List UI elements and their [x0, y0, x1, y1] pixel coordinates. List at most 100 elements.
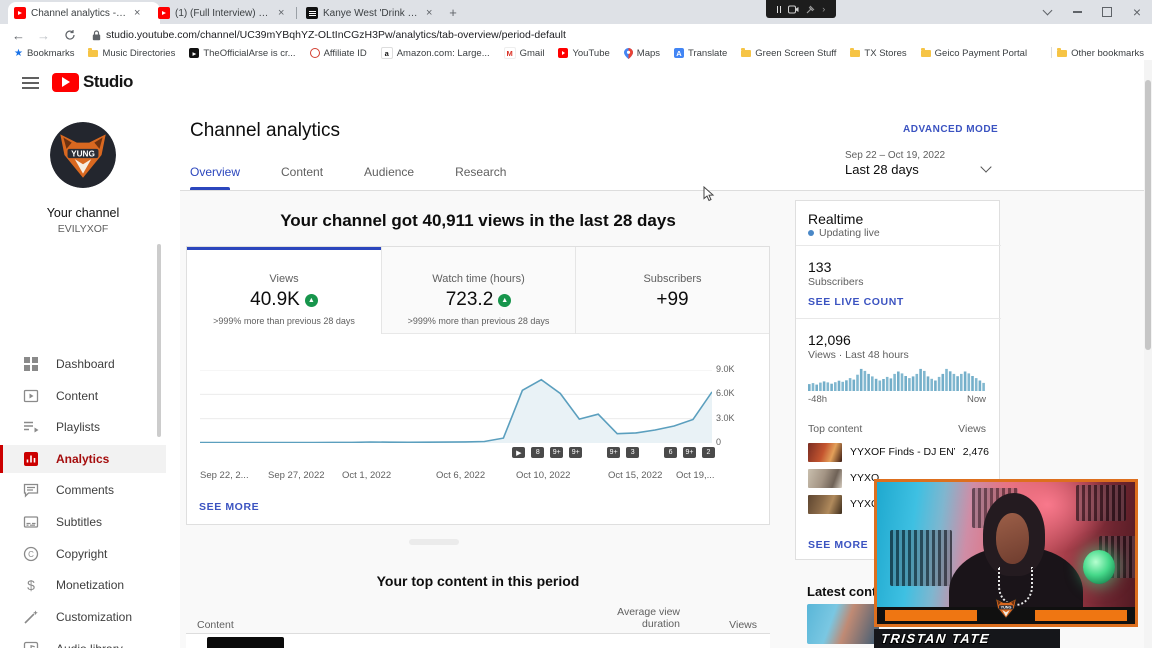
star-blue-icon: ★ [14, 47, 23, 59]
bookmark-item[interactable]: Maps [623, 47, 660, 59]
bookmark-item[interactable]: a Amazon.com: Large... [380, 47, 490, 59]
bookmark-item[interactable]: Affiliate ID [309, 48, 367, 59]
back-button[interactable]: ← [12, 28, 25, 43]
screen-recorder-toolbar[interactable]: › [766, 0, 836, 18]
channel-avatar-large[interactable]: YUNG [50, 122, 116, 188]
bookmark-item[interactable]: M Gmail [503, 47, 544, 59]
studio-sidebar: YUNG Your channel EVILYXOF Dashboard Con… [0, 106, 180, 648]
metric-tab-views[interactable]: Views 40.9K ▲ >999% more than previous 28… [187, 247, 381, 334]
date-range-text: Sep 22 – Oct 19, 2022 [845, 150, 946, 161]
bookmark-item[interactable]: ▸ TheOfficialArse is cr... [189, 48, 296, 59]
url-text[interactable]: studio.youtube.com/channel/UC39mYBqhYZ-O… [106, 29, 566, 41]
bookmark-item[interactable]: YouTube [558, 48, 610, 59]
youtube-studio-logo[interactable]: Studio [52, 72, 133, 92]
new-tab-button[interactable]: + [444, 4, 462, 22]
sidebar-item-monetization[interactable]: $ Monetization [0, 571, 166, 599]
bookmark-item[interactable]: ★ Bookmarks [14, 48, 74, 59]
advanced-mode-link[interactable]: ADVANCED MODE [903, 124, 998, 135]
minimize-button[interactable] [1062, 0, 1092, 24]
video-publish-badge[interactable]: 9+ [569, 447, 583, 458]
tab-research[interactable]: Research [455, 165, 506, 179]
latest-content-thumbnail[interactable] [807, 604, 879, 644]
realtime-views-value: 12,096 [808, 332, 851, 348]
realtime-title: Realtime [808, 211, 864, 227]
tab-close-icon[interactable]: × [424, 7, 434, 19]
top-content-row[interactable]: YYXOF Finds - DJ ENVY C... 2,476 [808, 441, 989, 463]
dark-play-icon: ▸ [189, 48, 200, 58]
tab-audience[interactable]: Audience [364, 165, 414, 179]
maximize-button[interactable] [1092, 0, 1122, 24]
pause-icon[interactable] [776, 5, 782, 13]
svg-text:$: $ [27, 577, 35, 593]
bookmark-item[interactable]: Geico Payment Portal [920, 47, 1027, 59]
active-tab-underline [190, 187, 230, 190]
hide-toolbar-chevron-icon[interactable] [1032, 0, 1062, 24]
video-publish-badge[interactable]: 8 [531, 447, 545, 458]
hamburger-menu-icon[interactable] [22, 77, 39, 89]
sidebar-item-customization[interactable]: Customization [0, 603, 166, 631]
browser-tab-channel-analytics[interactable]: Channel analytics - YouTube Stu... × [8, 2, 160, 24]
padlock-icon[interactable] [92, 29, 101, 41]
see-live-count-link[interactable]: SEE LIVE COUNT [808, 296, 904, 308]
bar-axis-right: Now [966, 394, 986, 405]
trend-up-icon: ▲ [304, 293, 318, 307]
see-more-link[interactable]: SEE MORE [199, 501, 259, 513]
tab-close-icon[interactable]: × [276, 7, 286, 19]
metric-tab-subscribers[interactable]: Subscribers +99 [576, 247, 769, 334]
tab-overview[interactable]: Overview [190, 165, 240, 179]
video-publish-badge[interactable]: 3 [626, 447, 640, 458]
studio-wordmark: Studio [83, 72, 133, 91]
sidebar-item-dashboard[interactable]: Dashboard [0, 350, 166, 378]
video-thumbnail[interactable] [207, 637, 284, 648]
video-publish-badge[interactable]: 6 [664, 447, 678, 458]
bookmark-item[interactable]: A Translate [674, 48, 727, 59]
video-publish-badge[interactable]: 9+ [550, 447, 564, 458]
tab-content[interactable]: Content [281, 165, 323, 179]
other-bookmarks[interactable]: Other bookmarks [1057, 47, 1144, 59]
sidebar-item-analytics[interactable]: Analytics [0, 445, 166, 473]
sidebar-item-playlists[interactable]: Playlists [0, 413, 166, 441]
pin-icon[interactable] [806, 5, 815, 14]
page-scrollbar-thumb[interactable] [1145, 80, 1151, 350]
webcam-icon[interactable] [788, 5, 799, 14]
forward-button[interactable]: → [37, 28, 50, 43]
see-more-link[interactable]: SEE MORE [808, 539, 868, 551]
period-selector[interactable]: Last 28 days [845, 162, 919, 177]
sidebar-item-subtitles[interactable]: Subtitles [0, 508, 166, 536]
browser-tab-kanye-interview[interactable]: (1) (Full Interview) KANYE WEST × [152, 2, 304, 24]
views-line-chart[interactable] [200, 370, 712, 443]
sidebar-scrollbar[interactable] [157, 244, 161, 437]
tab-close-icon[interactable]: × [132, 7, 142, 19]
video-publish-badge[interactable]: 9+ [607, 447, 621, 458]
bookmark-item[interactable]: Green Screen Stuff [741, 47, 836, 59]
page-title: Channel analytics [190, 120, 340, 141]
expand-icon[interactable]: › [822, 4, 825, 14]
sidebar-item-copyright[interactable]: C Copyright [0, 540, 166, 568]
youtube-favicon-icon [158, 7, 170, 19]
close-button[interactable]: × [1122, 0, 1152, 24]
x-axis-tick: Oct 15, 2022 [608, 470, 663, 481]
video-publish-badge[interactable]: ▶ [512, 447, 526, 458]
bookmark-item[interactable]: TX Stores [850, 47, 907, 59]
views-column-label: Views [958, 423, 986, 435]
updating-live-status: Updating live [808, 227, 880, 239]
live-dot-icon [808, 230, 814, 236]
video-thumbnail [808, 468, 842, 488]
metric-tab-watch-time[interactable]: Watch time (hours) 723.2 ▲ >999% more tha… [382, 247, 575, 334]
acoustic-foam-panel [1075, 484, 1126, 521]
sidebar-item-comments[interactable]: Comments [0, 476, 166, 504]
bookmark-item[interactable]: Music Directories [88, 47, 175, 59]
x-axis-tick: Sep 22, 2... [200, 470, 249, 481]
realtime-subscribers-value: 133 [808, 259, 832, 275]
sidebar-item-content[interactable]: Content [0, 382, 166, 410]
video-publish-badge[interactable]: 9+ [683, 447, 697, 458]
youtube-icon [558, 48, 569, 58]
maps-pin-icon [623, 47, 633, 59]
reload-icon[interactable] [64, 29, 76, 41]
sidebar-item-audio-library[interactable]: Audio library [0, 635, 166, 648]
streamer-nameplate: TRISTAN TATE [874, 629, 1060, 648]
browser-tab-drink-champs[interactable]: Kanye West 'Drink Champs' vide... × [300, 2, 450, 24]
tab-title: Kanye West 'Drink Champs' vide... [323, 7, 419, 19]
realtime-bar-chart[interactable] [808, 367, 986, 391]
video-publish-badge[interactable]: 2 [702, 447, 715, 458]
